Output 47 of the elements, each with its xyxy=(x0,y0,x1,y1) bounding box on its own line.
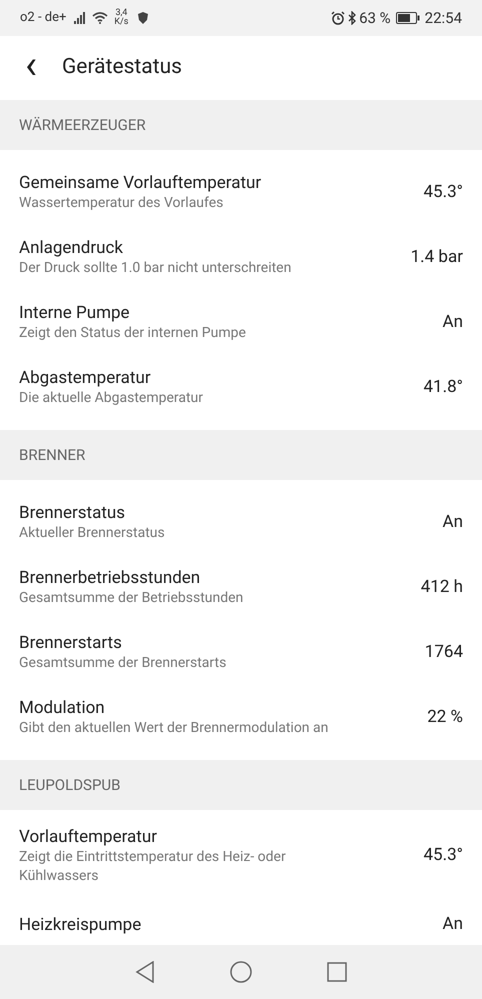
row-subtitle: Gesamtsumme der Brennerstarts xyxy=(19,654,228,673)
row-title: Abgastemperatur xyxy=(19,367,152,389)
row-value: 22 % xyxy=(427,706,463,729)
row-title: Brennerbetriebsstunden xyxy=(19,567,202,589)
section-header: WÄRMEERZEUGER xyxy=(0,100,482,150)
row-title: Gemeinsame Vorlauftemperatur xyxy=(19,172,262,194)
bluetooth-icon xyxy=(348,11,358,25)
row-subtitle: Aktueller Brennerstatus xyxy=(19,524,166,543)
row-value: 45.3° xyxy=(424,844,463,868)
row-value: 45.3° xyxy=(424,180,463,204)
row-title: Brennerstarts xyxy=(19,632,123,654)
recents-nav-icon[interactable] xyxy=(327,962,347,982)
page-title: Gerätestatus xyxy=(62,54,182,82)
clock-time: 22:54 xyxy=(424,8,462,29)
row-title: Heizkreispumpe xyxy=(19,914,142,936)
row-title: Interne Pumpe xyxy=(19,302,131,324)
section-header: BRENNER xyxy=(0,430,482,480)
carrier-text: o2 - de+ xyxy=(20,9,66,28)
battery-percent: 63 % xyxy=(359,8,391,29)
alarm-icon xyxy=(331,11,346,25)
row-subtitle: Wassertemperatur des Vorlaufes xyxy=(19,194,224,213)
row-title: Vorlauftemperatur xyxy=(19,826,158,848)
row-value: 412 h xyxy=(420,576,463,599)
row-value: 1.4 bar xyxy=(410,246,463,269)
wifi-icon xyxy=(92,12,108,24)
shield-icon xyxy=(138,12,148,24)
row-subtitle: Der Druck sollte 1.0 bar nicht unterschreiten xyxy=(19,259,292,278)
row-value: 1764 xyxy=(424,640,463,664)
row-subtitle: Gibt den aktuellen Wert der Brennermodulation an xyxy=(19,719,330,738)
speed-unit: K/s xyxy=(114,18,128,27)
row-subtitle: Die aktuelle Abgastemperatur xyxy=(19,389,204,408)
row-subtitle: Zeigt den Status der internen Pumpe xyxy=(19,324,247,343)
row-subtitle: Zeigt die Eintrittstemperatur des Heiz- oder Kühlwassers xyxy=(19,848,287,886)
row-subtitle: Gesamtsumme der Betriebsstunden xyxy=(19,589,244,608)
row-value: An xyxy=(442,510,463,534)
row-value: An xyxy=(442,310,463,334)
row-title: Anlagendruck xyxy=(19,237,124,259)
battery-icon xyxy=(396,12,420,24)
speed-value: 3,4 xyxy=(115,9,128,18)
row-value: An xyxy=(442,912,463,936)
row-title: Modulation xyxy=(19,697,106,719)
home-nav-icon[interactable] xyxy=(230,961,252,983)
row-title: Brennerstatus xyxy=(19,502,126,524)
section-header: LEUPOLDSPUB xyxy=(0,760,482,810)
row-value: 41.8° xyxy=(424,376,463,399)
back-nav-icon[interactable] xyxy=(135,961,155,983)
back-button[interactable]: ‹ xyxy=(0,36,62,100)
